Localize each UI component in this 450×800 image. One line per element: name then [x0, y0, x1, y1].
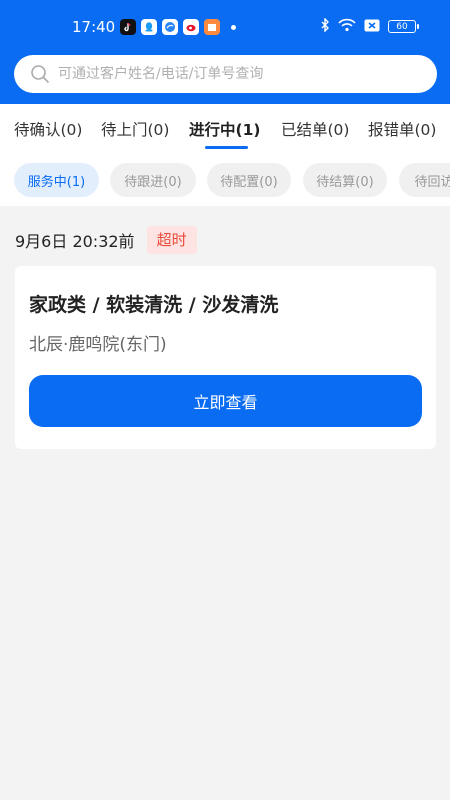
tiktok-icon [120, 19, 136, 35]
active-tab-indicator [205, 146, 248, 149]
order-service-title: 家政类 / 软装清洗 / 沙发清洗 [29, 294, 279, 316]
chip-pending-follow-up[interactable]: 待跟进(0) [110, 163, 196, 197]
tab-error-orders[interactable]: 报错单(0) [368, 118, 436, 140]
battery-icon: 60 [388, 20, 419, 33]
notification-icons [120, 19, 236, 35]
overdue-badge: 超时 [146, 226, 197, 254]
status-right: 60 [320, 17, 419, 36]
order-deadline: 9月6日 20:32前 [15, 232, 135, 251]
order-card: 家政类 / 软装清洗 / 沙发清洗 北辰·鹿鸣院(东门) 立即查看 [15, 266, 436, 449]
bluetooth-icon [320, 17, 330, 36]
chip-pending-revisit[interactable]: 待回访 [399, 163, 450, 197]
order-deadline-row: 9月6日 20:32前 超时 [15, 226, 197, 254]
search-icon [31, 65, 50, 84]
tab-completed[interactable]: 已结单(0) [281, 118, 349, 140]
wifi-icon [338, 17, 356, 36]
tab-in-progress[interactable]: 进行中(1) [189, 118, 260, 140]
search-input[interactable] [58, 66, 398, 82]
browser-icon [162, 19, 178, 35]
reader-icon [204, 19, 220, 35]
more-notifications-dot [231, 24, 236, 30]
sim-icon [364, 17, 380, 36]
sub-filter-chips: 服务中(1) 待跟进(0) 待配置(0) 待结算(0) 待回访 [0, 154, 450, 206]
weibo-icon [183, 19, 199, 35]
top-bar: 17:40 60 可通过客户姓名/电话/订单号查询 [0, 0, 450, 104]
view-now-button[interactable]: 立即查看 [29, 375, 422, 427]
status-time: 17:40 [72, 18, 116, 36]
tab-pending-visit[interactable]: 待上门(0) [101, 118, 169, 140]
status-bar: 17:40 60 [0, 0, 450, 56]
tab-pending-confirm[interactable]: 待确认(0) [14, 118, 82, 140]
chip-pending-config[interactable]: 待配置(0) [207, 163, 291, 197]
search-bar[interactable] [14, 55, 437, 93]
qq-icon [141, 19, 157, 35]
chip-pending-settlement[interactable]: 待结算(0) [303, 163, 387, 197]
chip-in-service[interactable]: 服务中(1) [14, 163, 99, 197]
order-address: 北辰·鹿鸣院(东门) [29, 335, 167, 355]
